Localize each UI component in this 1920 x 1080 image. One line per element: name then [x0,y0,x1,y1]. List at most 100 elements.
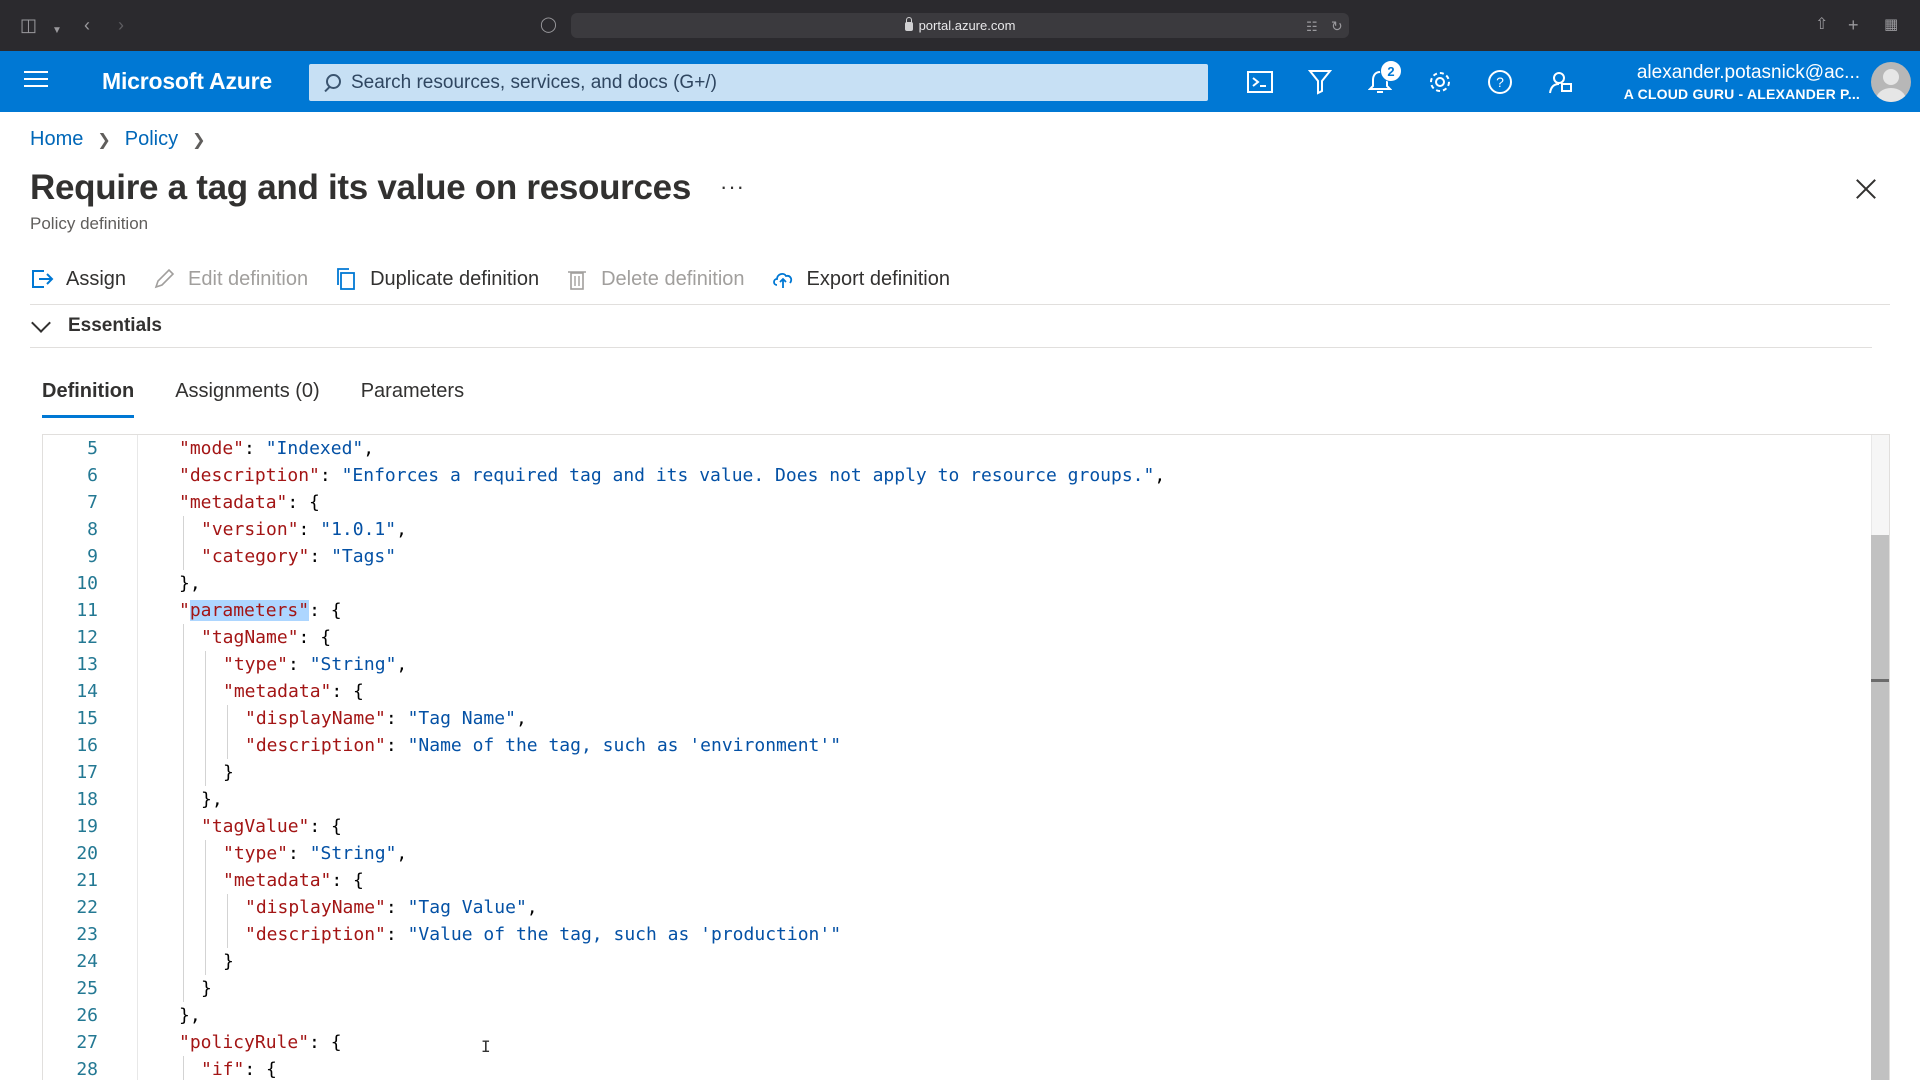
indent-guide [227,732,228,759]
line-number: 10 [76,573,98,594]
chevron-down-icon[interactable]: ▼ [52,20,62,42]
code-line: 7 "metadata": { [43,489,1843,516]
tab-assignments[interactable]: Assignments (0) [175,380,320,418]
feedback-icon[interactable] [1545,67,1575,97]
code-token: , [1154,465,1166,486]
code-token: "tagValue" [201,816,310,837]
reload-icon[interactable]: ↻ [1331,15,1343,37]
code-line: 27 "policyRule": { [43,1029,1843,1056]
line-number: 27 [76,1032,98,1053]
translate-icon[interactable]: ☷ [1306,16,1318,38]
lock-icon [904,17,913,31]
indent-guide [205,651,206,678]
code-token: "Tag Value" [407,897,527,918]
indent-guide [183,705,184,732]
new-tab-icon[interactable]: + [1848,14,1859,36]
code-token: "Indexed" [265,438,364,459]
code-token: "metadata" [223,681,332,702]
indent-guide [183,624,184,651]
command-bar: Assign Edit definition Duplicate definit… [30,262,976,296]
tab-parameters[interactable]: Parameters [361,380,464,418]
code-token: : [244,438,266,459]
forward-icon: › [118,15,124,35]
browser-toolbar: ◫ ▼ ‹ › ◯ portal.azure.com ☷ ↻ ⇧ + ▦ [0,0,1920,51]
code-token: " [179,600,190,621]
more-options-button[interactable]: ··· [720,174,745,200]
code-token: "description" [245,735,386,756]
cloud-shell-icon[interactable] [1245,67,1275,97]
essentials-toggle[interactable]: Essentials [30,313,162,337]
back-icon[interactable]: ‹ [84,14,90,36]
indent-guide [183,516,184,543]
sidebar-toggle-icon[interactable]: ◫ [20,14,37,36]
indent-guide [205,921,206,948]
essentials-label: Essentials [68,315,162,336]
avatar[interactable] [1871,62,1911,102]
indent-guide [205,948,206,975]
assign-button[interactable]: Assign [30,267,126,291]
indent-guide [183,732,184,759]
indent-guide [183,813,184,840]
indent-guide [183,867,184,894]
pencil-icon [154,268,175,289]
shield-icon[interactable]: ◯ [540,14,557,36]
code-token: "displayName" [245,897,386,918]
code-token: , [515,708,527,729]
account-menu[interactable]: alexander.potasnick@ac... A CLOUD GURU -… [1624,61,1860,103]
indent-guide [183,651,184,678]
share-icon[interactable]: ⇧ [1815,14,1828,36]
tab-bar: Definition Assignments (0) Parameters [42,380,505,418]
code-token: : { [244,1059,277,1080]
code-text: }, [201,786,223,813]
line-number: 28 [76,1059,98,1080]
indent-guide [205,867,206,894]
scrollbar-marker [1871,679,1889,682]
code-token: }, [201,789,223,810]
code-token: : [385,897,408,918]
code-token: "mode" [179,438,245,459]
search-input[interactable] [351,71,1171,94]
svg-text:?: ? [1496,74,1504,90]
code-text: "tagName": { [201,624,331,651]
line-number: 5 [87,438,98,459]
indent-guide [205,732,206,759]
code-line: 18}, [43,786,1843,813]
global-search[interactable] [309,64,1208,101]
address-bar[interactable]: portal.azure.com [571,13,1349,38]
code-token: , [396,843,408,864]
code-line: 23 "description": "Value of the tag, such… [43,921,1843,948]
code-token: , [363,438,375,459]
directory-filter-icon[interactable] [1305,67,1335,97]
close-icon[interactable] [1853,176,1879,202]
help-icon[interactable]: ? [1485,67,1515,97]
gear-icon[interactable] [1425,67,1455,97]
breadcrumb-policy[interactable]: Policy [125,128,178,151]
code-text: }, [179,1002,201,1029]
delete-definition-button: Delete definition [565,267,745,291]
brand-logo[interactable]: Microsoft Azure [102,68,272,95]
code-token: : { [309,1032,342,1053]
export-definition-button[interactable]: Export definition [771,267,950,291]
tab-definition[interactable]: Definition [42,380,135,418]
export-definition-label: Export definition [806,267,950,290]
code-token: : [288,654,310,675]
menu-icon[interactable] [24,71,48,91]
tab-overview-icon[interactable]: ▦ [1884,14,1898,36]
edit-definition-button: Edit definition [152,267,308,291]
line-number: 13 [76,654,98,675]
duplicate-definition-button[interactable]: Duplicate definition [334,267,539,291]
code-text: }, [179,570,201,597]
code-token: : [319,465,342,486]
code-text: "description": "Name of the tag, such as… [245,732,841,759]
breadcrumb-home[interactable]: Home [30,128,83,151]
search-icon [323,73,341,92]
code-editor[interactable]: I 5 "mode": "Indexed", 6 "description": "En… [42,434,1890,1080]
code-line: 17} [43,759,1843,786]
url-text: portal.azure.com [918,18,1016,33]
delete-definition-label: Delete definition [601,267,745,290]
code-line: 9 "category": "Tags" [43,543,1843,570]
code-token: , [526,897,538,918]
code-token: "tagName" [201,627,299,648]
code-line: 19 "tagValue": { [43,813,1843,840]
scrollbar-thumb[interactable] [1871,535,1889,1080]
